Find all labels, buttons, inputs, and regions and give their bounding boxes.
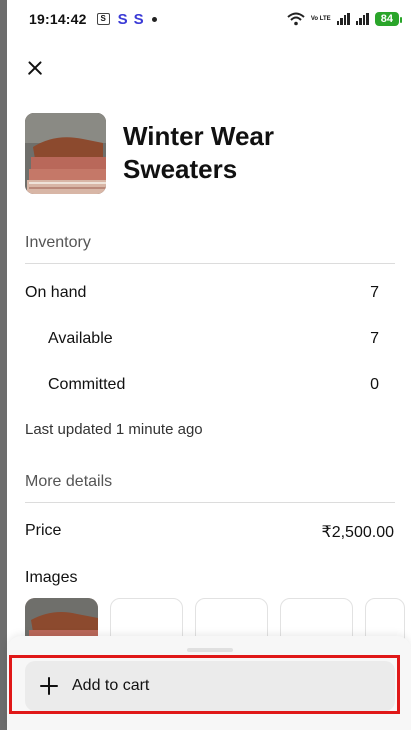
plus-icon: [40, 677, 58, 695]
status-time: 19:14:42: [29, 11, 87, 27]
images-label: Images: [25, 569, 78, 586]
sheet-handle[interactable]: [187, 648, 233, 652]
committed-label: Committed: [48, 376, 126, 393]
notification-icon: S: [117, 10, 128, 28]
inventory-heading: Inventory: [25, 234, 91, 251]
product-thumbnail: [25, 113, 106, 194]
sim-icon: S: [96, 13, 110, 25]
add-to-cart-label: Add to cart: [72, 677, 150, 694]
price-value: ₹2,500.00: [321, 524, 394, 541]
wifi-icon: [287, 12, 305, 26]
sweater-photo-icon: [25, 113, 106, 194]
committed-value: 0: [370, 376, 379, 393]
close-icon[interactable]: [22, 55, 48, 81]
product-title: Winter Wear Sweaters: [123, 121, 274, 184]
more-details-heading: More details: [25, 473, 113, 490]
volte-icon: Vo LTE: [310, 16, 331, 22]
signal-icon: [336, 13, 350, 25]
on-hand-label: On hand: [25, 284, 87, 301]
price-label: Price: [25, 522, 62, 539]
last-updated-text: Last updated 1 minute ago: [25, 421, 203, 438]
signal-icon: [355, 13, 369, 25]
screen-edge: [0, 0, 7, 730]
add-to-cart-button[interactable]: Add to cart: [25, 661, 395, 711]
status-indicators: Vo LTE 84: [287, 12, 403, 26]
notification-icon: S: [133, 10, 144, 28]
divider: [25, 502, 395, 503]
on-hand-value: 7: [370, 284, 379, 301]
more-notifications-dot-icon: [151, 16, 157, 22]
status-bar: 19:14:42 S S S Vo LTE 84: [7, 0, 411, 38]
divider: [25, 263, 395, 264]
available-value: 7: [370, 330, 379, 347]
available-label: Available: [48, 330, 113, 347]
battery-icon: 84: [374, 12, 403, 26]
